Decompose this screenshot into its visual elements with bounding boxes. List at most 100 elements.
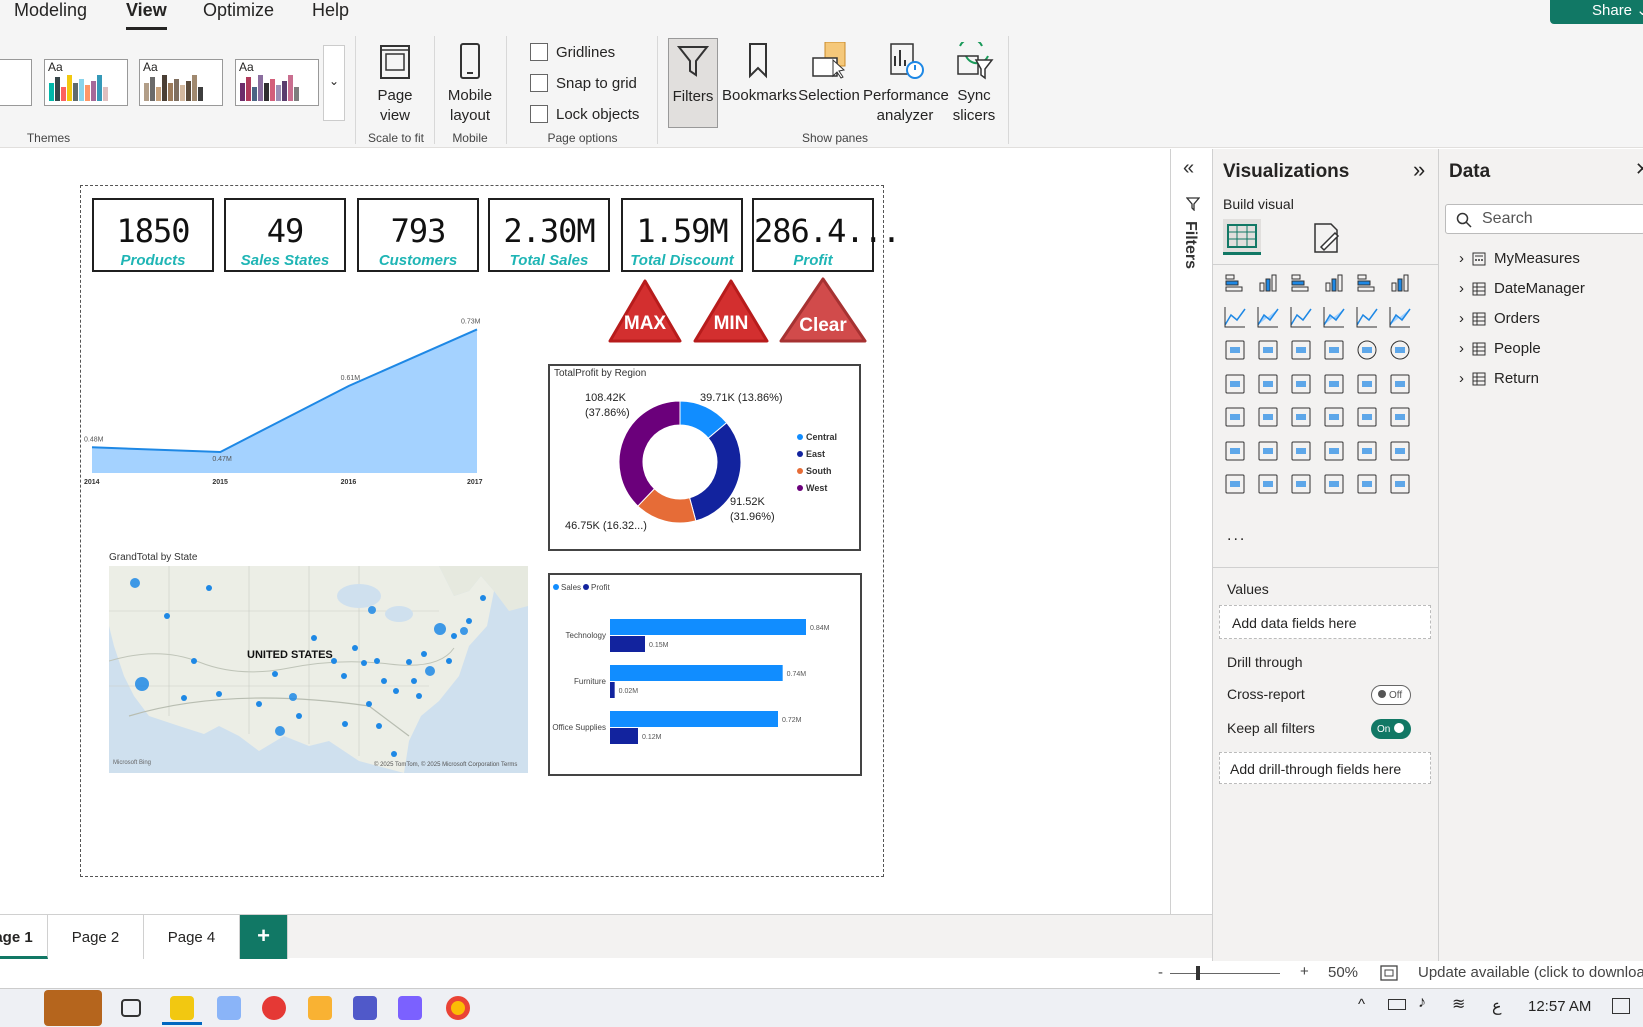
paginated-report-icon[interactable]: [1223, 472, 1251, 500]
chrome-icon[interactable]: [446, 996, 470, 1020]
clustered-bar-icon[interactable]: [1289, 271, 1317, 299]
teams-icon[interactable]: [353, 996, 377, 1020]
page-tab-1[interactable]: Page 1: [0, 915, 48, 959]
theme-tile-0[interactable]: [0, 59, 32, 106]
notification-icon[interactable]: [1612, 998, 1630, 1014]
bookmarks-pane-button[interactable]: Bookmarks: [722, 42, 797, 106]
kpi-icon[interactable]: [1256, 405, 1284, 433]
map-icon[interactable]: [1256, 372, 1284, 400]
kpi-card-customers[interactable]: 793 Customers: [357, 198, 479, 272]
metrics-icon[interactable]: [1322, 472, 1350, 500]
add-page-button[interactable]: +: [240, 915, 288, 959]
funnel-icon[interactable]: [1289, 338, 1317, 366]
zoom-slider[interactable]: [1170, 973, 1280, 974]
stacked-area-icon[interactable]: [1289, 305, 1317, 333]
sales-trend-area-chart[interactable]: 0.48M 2014 0.47M 2015 0.61M 2016 0.73M 2017: [84, 308, 514, 513]
pie-icon[interactable]: [1355, 338, 1383, 366]
gridlines-checkbox[interactable]: Gridlines: [530, 43, 615, 61]
multi-row-card-icon[interactable]: [1223, 405, 1251, 433]
treemap-icon[interactable]: [1223, 372, 1251, 400]
lock-objects-checkbox[interactable]: Lock objects: [530, 105, 639, 123]
share-button[interactable]: Share ⌄: [1550, 0, 1643, 24]
zoom-in-button[interactable]: +: [1300, 963, 1309, 980]
mobile-layout-button[interactable]: Mobile layout: [440, 42, 500, 126]
theme-tile-2[interactable]: Aa: [139, 59, 223, 106]
table-datemanager[interactable]: › DateManager: [1459, 280, 1585, 297]
r-visual-icon[interactable]: [1388, 405, 1416, 433]
table-icon[interactable]: [1322, 405, 1350, 433]
trophy-icon[interactable]: [1388, 439, 1416, 467]
clustered-column-icon[interactable]: [1322, 271, 1350, 299]
table-people[interactable]: › People: [1459, 340, 1541, 357]
scatter-icon[interactable]: [1322, 338, 1350, 366]
keep-all-filters-toggle[interactable]: On: [1371, 719, 1411, 739]
collapse-right-icon[interactable]: »: [1413, 157, 1425, 183]
zoom-slider-thumb[interactable]: [1196, 966, 1200, 980]
max-button[interactable]: MAX: [607, 278, 683, 344]
zoom-out-button[interactable]: -: [1158, 964, 1163, 981]
filled-map-icon[interactable]: [1289, 372, 1317, 400]
profit-by-region-visual[interactable]: TotalProfit by Region 39.71K (13.86%) 91.…: [548, 364, 861, 551]
line-stacked-column-icon[interactable]: [1388, 305, 1416, 333]
table-mymeasures[interactable]: › MyMeasures: [1459, 250, 1580, 267]
table-orders[interactable]: › Orders: [1459, 310, 1540, 327]
tab-optimize[interactable]: Optimize: [203, 0, 274, 21]
card-icon[interactable]: [1388, 372, 1416, 400]
category-sales-profit-visual[interactable]: Sales Profit Technology 0.84M 0.15M Furniture…: [548, 573, 862, 776]
stacked-column-icon[interactable]: [1256, 271, 1284, 299]
task-view-icon[interactable]: [121, 999, 141, 1017]
kpi-card-total-discount[interactable]: 1.59M Total Discount: [621, 198, 743, 272]
ribbon-100-icon[interactable]: [1322, 305, 1350, 333]
area-icon[interactable]: [1256, 305, 1284, 333]
close-icon[interactable]: ✕: [1635, 159, 1643, 180]
page-tab-4[interactable]: Page 4: [144, 915, 240, 959]
diamond-icon[interactable]: [1355, 472, 1383, 500]
cross-report-toggle[interactable]: Off: [1371, 685, 1411, 705]
clock[interactable]: 12:57 AM: [1528, 998, 1591, 1015]
selection-pane-button[interactable]: Selection: [797, 41, 861, 106]
copilot-icon[interactable]: [398, 996, 422, 1020]
table-return[interactable]: › Return: [1459, 370, 1539, 387]
creative-app-icon[interactable]: [262, 996, 286, 1020]
zoom-level[interactable]: 50%: [1328, 964, 1358, 981]
power-bi-icon[interactable]: [170, 996, 194, 1020]
tab-modeling[interactable]: Modeling: [14, 0, 87, 21]
themes-expand-button[interactable]: ⌄: [323, 45, 345, 121]
power-apps-icon[interactable]: [1256, 472, 1284, 500]
waterfall-icon[interactable]: [1256, 338, 1284, 366]
kpi-card-profit[interactable]: 286.4... Profit: [752, 198, 901, 272]
battery-icon[interactable]: [1388, 999, 1406, 1010]
values-drop-zone[interactable]: Add data fields here: [1219, 605, 1431, 639]
build-visual-tab[interactable]: [1223, 219, 1261, 255]
language-indicator[interactable]: ع: [1492, 996, 1502, 1016]
desktop-thumbnail-icon[interactable]: [44, 990, 102, 1026]
qa-icon[interactable]: [1322, 439, 1350, 467]
tab-help[interactable]: Help: [312, 0, 349, 21]
stacked-bar-icon[interactable]: [1223, 271, 1251, 299]
ribbon-icon[interactable]: [1223, 338, 1251, 366]
file-explorer-icon[interactable]: [308, 996, 332, 1020]
format-visual-icon[interactable]: [1309, 221, 1343, 255]
power-automate-icon[interactable]: [1289, 472, 1317, 500]
sync-slicers-button[interactable]: Sync slicers: [949, 37, 999, 126]
matrix-icon[interactable]: [1355, 405, 1383, 433]
more-visuals-icon[interactable]: ...: [1227, 527, 1246, 545]
drill-through-drop-zone[interactable]: Add drill-through fields here: [1219, 752, 1431, 784]
chevron-icon[interactable]: [1388, 472, 1416, 500]
line-column-icon[interactable]: [1355, 305, 1383, 333]
azure-map-icon[interactable]: [1322, 372, 1350, 400]
100-column-icon[interactable]: [1388, 271, 1416, 299]
snipping-icon[interactable]: [217, 996, 241, 1020]
state-map-visual[interactable]: UNITED STATES Microsoft Bing © 2025 TomT…: [109, 566, 528, 773]
python-visual-icon[interactable]: [1223, 439, 1251, 467]
clear-button[interactable]: Clear: [778, 276, 868, 344]
filters-collapsed-pane[interactable]: « Filters: [1170, 149, 1212, 914]
data-search-input[interactable]: Search: [1445, 204, 1643, 234]
gauge-icon[interactable]: [1355, 372, 1383, 400]
snap-to-grid-checkbox[interactable]: Snap to grid: [530, 74, 637, 92]
smart-narrative-icon[interactable]: [1355, 439, 1383, 467]
tab-view[interactable]: View: [126, 0, 167, 30]
filters-pane-button[interactable]: Filters: [668, 38, 718, 128]
slicer-icon[interactable]: [1289, 405, 1317, 433]
key-influencers-icon[interactable]: [1256, 439, 1284, 467]
